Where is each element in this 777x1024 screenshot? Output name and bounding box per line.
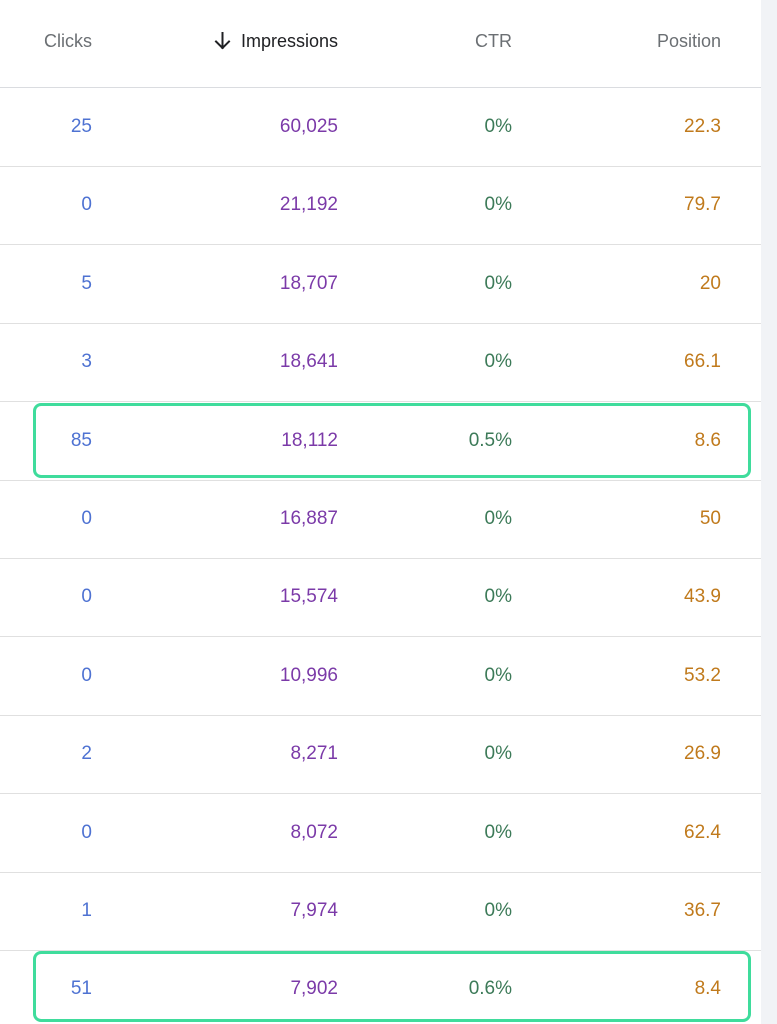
cell-position: 36.7 — [684, 900, 721, 921]
cell-clicks: 0 — [81, 665, 92, 686]
cell-clicks: 85 — [70, 430, 92, 451]
cell-impressions: 60,025 — [279, 116, 338, 137]
table-row[interactable]: 85 18,112 0.5% 8.6 — [0, 403, 761, 481]
table-row[interactable]: 51 7,902 0.6% 8.4 — [0, 951, 761, 1024]
performance-table-view: Clicks Impressions CTR Position 25 60,025… — [0, 0, 777, 1024]
cell-ctr: 0% — [484, 116, 512, 137]
cell-clicks: 2 — [81, 743, 92, 764]
cell-clicks: 0 — [81, 586, 92, 607]
scrollbar-track[interactable] — [761, 0, 777, 1024]
cell-impressions: 18,707 — [279, 273, 338, 294]
column-header-position[interactable]: Position — [657, 31, 721, 52]
cell-ctr: 0% — [484, 900, 512, 921]
cell-ctr: 0% — [484, 194, 512, 215]
cell-impressions: 18,641 — [279, 351, 338, 372]
cell-ctr: 0% — [484, 273, 512, 294]
table-row[interactable]: 5 18,707 0% 20 — [0, 246, 761, 324]
column-header-clicks[interactable]: Clicks — [44, 31, 92, 52]
cell-impressions: 18,112 — [281, 430, 338, 451]
table-row[interactable]: 0 8,072 0% 62.4 — [0, 795, 761, 873]
cell-impressions: 16,887 — [279, 508, 338, 529]
column-header-impressions[interactable]: Impressions — [214, 31, 338, 52]
cell-position: 26.9 — [684, 743, 721, 764]
cell-position: 20 — [699, 273, 721, 294]
cell-impressions: 15,574 — [279, 586, 338, 607]
cell-clicks: 51 — [70, 978, 92, 999]
cell-ctr: 0.5% — [468, 430, 512, 451]
cell-ctr: 0% — [484, 508, 512, 529]
cell-ctr: 0% — [484, 586, 512, 607]
cell-clicks: 25 — [70, 116, 92, 137]
cell-impressions: 8,072 — [290, 822, 338, 843]
cell-position: 8.6 — [694, 430, 721, 451]
cell-position: 22.3 — [684, 116, 721, 137]
cell-ctr: 0% — [484, 743, 512, 764]
cell-ctr: 0% — [484, 822, 512, 843]
cell-impressions: 21,192 — [279, 194, 338, 215]
table-row[interactable]: 1 7,974 0% 36.7 — [0, 873, 761, 951]
column-header-impressions-label: Impressions — [240, 31, 338, 51]
cell-clicks: 0 — [81, 508, 92, 529]
cell-position: 79.7 — [684, 194, 721, 215]
arrow-down-icon — [214, 32, 231, 50]
cell-position: 66.1 — [684, 351, 721, 372]
table-row[interactable]: 25 60,025 0% 22.3 — [0, 89, 761, 167]
table-row[interactable]: 0 16,887 0% 50 — [0, 481, 761, 559]
cell-clicks: 1 — [81, 900, 92, 921]
table-row[interactable]: 0 15,574 0% 43.9 — [0, 559, 761, 637]
cell-clicks: 5 — [81, 273, 92, 294]
table-header: Clicks Impressions CTR Position — [0, 0, 761, 88]
cell-impressions: 8,271 — [290, 743, 338, 764]
cell-position: 62.4 — [684, 822, 721, 843]
table-row[interactable]: 0 21,192 0% 79.7 — [0, 167, 761, 245]
cell-clicks: 0 — [81, 822, 92, 843]
cell-ctr: 0% — [484, 351, 512, 372]
column-header-ctr[interactable]: CTR — [475, 31, 512, 52]
table-row[interactable]: 0 10,996 0% 53.2 — [0, 638, 761, 716]
table-row[interactable]: 3 18,641 0% 66.1 — [0, 324, 761, 402]
cell-ctr: 0.6% — [468, 978, 512, 999]
cell-position: 8.4 — [694, 978, 721, 999]
cell-clicks: 0 — [81, 194, 92, 215]
queries-table: Clicks Impressions CTR Position 25 60,025… — [0, 0, 761, 1024]
cell-impressions: 10,996 — [279, 665, 338, 686]
cell-ctr: 0% — [484, 665, 512, 686]
cell-impressions: 7,902 — [290, 978, 338, 999]
cell-position: 53.2 — [684, 665, 721, 686]
cell-clicks: 3 — [81, 351, 92, 372]
table-row[interactable]: 2 8,271 0% 26.9 — [0, 716, 761, 794]
cell-position: 50 — [699, 508, 721, 529]
cell-impressions: 7,974 — [290, 900, 338, 921]
cell-position: 43.9 — [684, 586, 721, 607]
